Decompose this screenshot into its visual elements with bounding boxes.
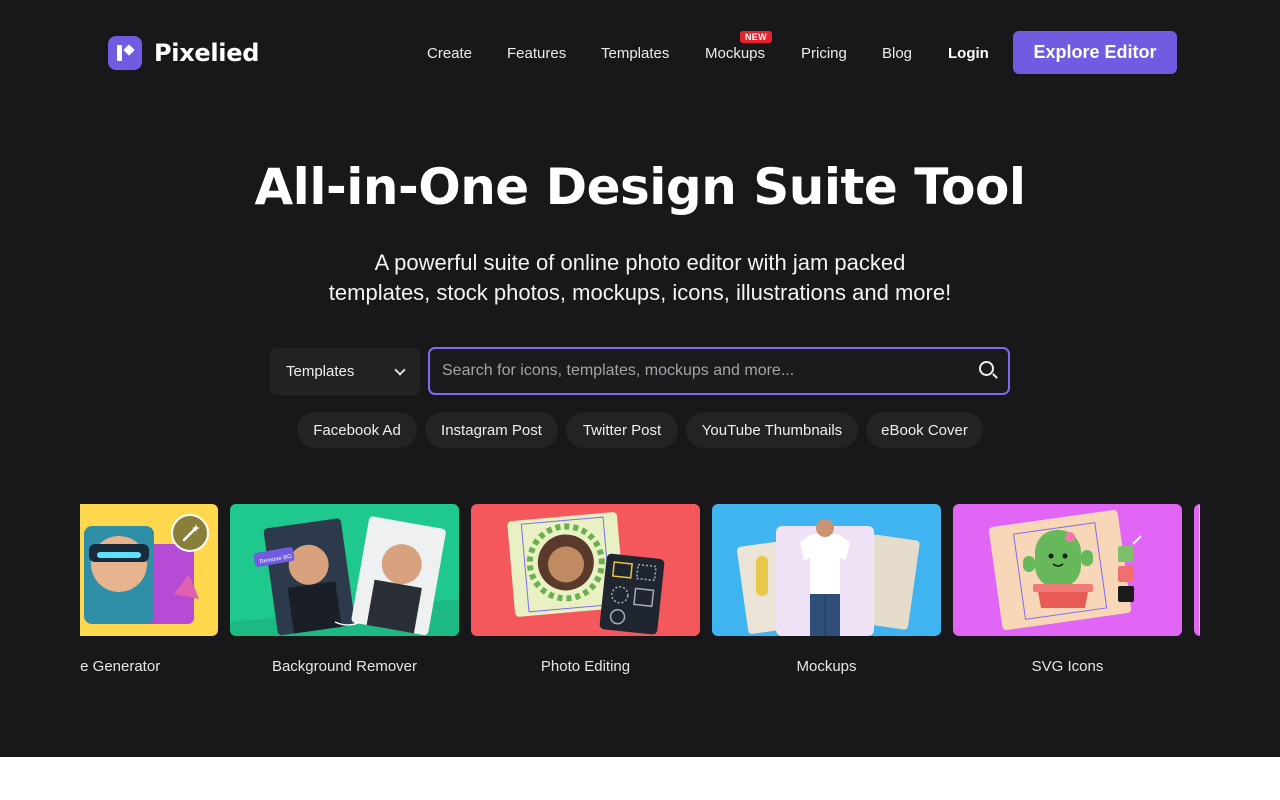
chip-youtube-thumbnails[interactable]: YouTube Thumbnails bbox=[686, 412, 858, 448]
card-background-remover[interactable]: Remove BG bbox=[230, 504, 459, 636]
logo-icon bbox=[108, 36, 142, 70]
category-select-value: Templates bbox=[286, 363, 355, 380]
card-label-svg-icons: SVG Icons bbox=[1031, 658, 1104, 675]
search-box bbox=[428, 347, 1010, 395]
subtitle-line-2: templates, stock photos, mockups, icons,… bbox=[328, 280, 952, 305]
card-mockups[interactable] bbox=[712, 504, 941, 636]
nav-pricing[interactable]: Pricing bbox=[801, 45, 847, 62]
nav-login[interactable]: Login bbox=[948, 45, 989, 62]
explore-editor-button[interactable]: Explore Editor bbox=[1013, 31, 1177, 74]
chip-facebook-ad[interactable]: Facebook Ad bbox=[297, 412, 417, 448]
logo[interactable]: Pixelied bbox=[108, 36, 259, 70]
category-select[interactable]: Templates bbox=[270, 348, 420, 395]
nav-create[interactable]: Create bbox=[427, 45, 472, 62]
chip-twitter-post[interactable]: Twitter Post bbox=[566, 412, 678, 448]
card-label-mockups: Mockups bbox=[796, 658, 857, 675]
card-label-photo-editing: Photo Editing bbox=[540, 658, 631, 675]
magic-wand-icon bbox=[182, 524, 200, 542]
subtitle-line-1: A powerful suite of online photo editor … bbox=[374, 250, 906, 275]
nav-templates[interactable]: Templates bbox=[601, 45, 669, 62]
chip-ebook-cover[interactable]: eBook Cover bbox=[866, 412, 983, 448]
chip-instagram-post[interactable]: Instagram Post bbox=[425, 412, 558, 448]
nav-mockups[interactable]: Mockups bbox=[705, 45, 765, 62]
new-badge: NEW bbox=[740, 31, 772, 43]
nav-features[interactable]: Features bbox=[507, 45, 566, 62]
search-icon[interactable] bbox=[968, 351, 1008, 391]
search-input[interactable] bbox=[430, 362, 968, 380]
chevron-down-icon bbox=[394, 363, 406, 376]
card-label-background-remover: Background Remover bbox=[271, 658, 418, 675]
card-svg-icons[interactable] bbox=[953, 504, 1182, 636]
nav-blog[interactable]: Blog bbox=[882, 45, 912, 62]
hero-section: Pixelied Create Features Templates Mocku… bbox=[0, 0, 1280, 757]
page-subtitle: A powerful suite of online photo editor … bbox=[290, 248, 990, 308]
card-photo-editing[interactable] bbox=[471, 504, 700, 636]
logo-text: Pixelied bbox=[154, 39, 260, 67]
page-title: All-in-One Design Suite Tool bbox=[254, 158, 1026, 216]
